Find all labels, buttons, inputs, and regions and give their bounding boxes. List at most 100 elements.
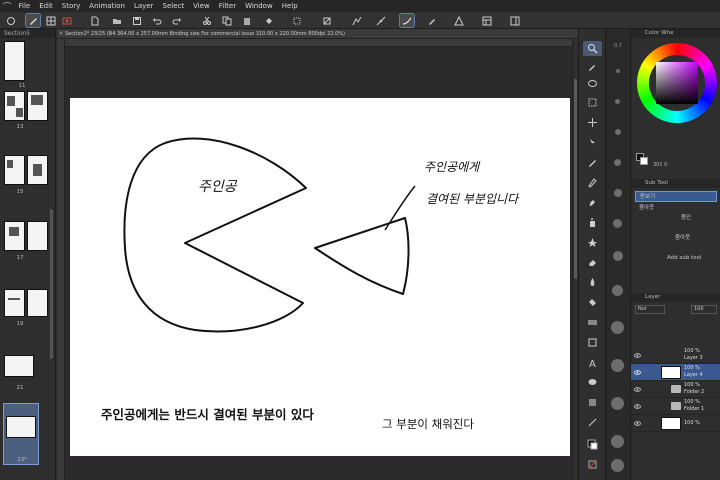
brush-size-dot[interactable] [614,189,622,197]
menu-window[interactable]: Window [241,0,278,12]
page-thumbnail[interactable] [4,155,25,185]
open-folder-icon[interactable] [110,14,124,27]
undo-icon[interactable] [150,14,164,27]
brush-size-dot[interactable] [611,435,624,448]
page-thumbnail[interactable] [4,289,25,317]
brush-size-dot[interactable] [615,129,621,135]
color-wheel[interactable] [637,43,717,123]
figure-tool-icon[interactable] [583,335,602,350]
pen-settings-icon[interactable] [425,14,439,27]
clip-studio-icon[interactable] [4,14,18,27]
blend-mode-select[interactable]: Nor [635,305,665,314]
subtool-item-zoom[interactable]: 돋보기 [635,191,717,202]
new-file-icon[interactable] [88,14,102,27]
pen-mode-icon[interactable] [25,13,41,28]
menu-filter[interactable]: Filter [214,0,240,12]
fill-tool-icon[interactable] [583,295,602,310]
decoration-tool-icon[interactable] [583,235,602,250]
special-ruler-snap-icon[interactable] [374,14,388,27]
text-tool-icon[interactable]: A [583,355,602,370]
eyedropper-tool-icon[interactable] [583,59,602,74]
eye-icon[interactable] [634,403,641,410]
saturation-value-square[interactable] [656,62,698,104]
selection-tool-icon[interactable] [583,95,602,110]
page-thumbnail[interactable] [27,91,48,121]
save-icon[interactable] [130,14,144,27]
move-tool-icon[interactable] [583,115,602,130]
menu-view[interactable]: View [189,0,215,12]
operation-tool-icon[interactable] [583,135,602,150]
layer-row[interactable]: 100 % Folder 2 [631,381,720,398]
lasso-tool-icon[interactable] [583,77,602,92]
balloon-tool-icon[interactable] [583,375,602,390]
correct-line-tool-icon[interactable] [583,415,602,430]
layer-row[interactable]: 100 % [631,415,720,432]
brush-size-dot[interactable] [611,459,624,472]
airbrush-tool-icon[interactable] [583,215,602,230]
manga-page[interactable]: 주인공 주인공에게 결여된 부분입니다 주인공에게는 반드시 결여된 부분이 있… [70,98,570,456]
eye-icon[interactable] [634,386,641,393]
subtool-item[interactable]: 줌인 [635,213,717,224]
menu-layer[interactable]: Layer [129,0,158,12]
page-thumbnail[interactable] [4,41,25,81]
record-icon[interactable] [60,14,74,27]
eye-icon[interactable] [634,420,641,427]
brush-size-dot[interactable] [612,285,623,296]
brush-tool-icon[interactable] [583,195,602,210]
gradient-tool-icon[interactable] [583,315,602,330]
copy-icon[interactable] [220,14,234,27]
layout-icon[interactable] [480,14,494,27]
layer-row-selected[interactable]: 100 % Layer 4 [631,364,720,381]
redo-icon[interactable] [170,14,184,27]
brush-size-dot[interactable] [613,251,623,261]
grid-icon[interactable] [44,14,58,27]
eraser-tool-icon[interactable] [583,255,602,270]
add-subtool-button[interactable]: Add sub tool [635,253,717,264]
stroke-snap-icon[interactable] [399,13,415,28]
layer-row[interactable]: 100 % Layer 3 [631,347,720,364]
brush-size-dot[interactable] [614,159,621,166]
page-thumbnail[interactable] [27,289,48,317]
page-thumbnail[interactable] [27,221,48,251]
menu-file[interactable]: File [14,0,35,12]
perspective-ruler-icon[interactable] [452,14,466,27]
menu-select[interactable]: Select [158,0,189,12]
page-thumbnail[interactable] [27,155,48,185]
layer-row[interactable]: 100 % Folder 1 [631,398,720,415]
clear-selection-icon[interactable] [320,14,334,27]
menu-animation[interactable]: Animation [85,0,130,12]
zoom-tool-icon[interactable] [583,41,602,56]
page-thumbnail-selected[interactable] [3,403,39,465]
main-color-swatch[interactable] [583,437,602,452]
eye-icon[interactable] [634,352,641,359]
pen-tool-icon[interactable] [583,155,602,170]
opacity-field[interactable]: 100 [691,305,717,314]
paste-icon[interactable] [240,14,254,27]
menu-help[interactable]: Help [277,0,302,12]
menu-story[interactable]: Story [57,0,85,12]
page-thumbnail[interactable] [4,221,25,251]
pencil-tool-icon[interactable] [583,175,602,190]
menu-edit[interactable]: Edit [35,0,58,12]
transform-icon[interactable] [290,14,304,27]
document-tab[interactable]: × Section2* 23/25 (B4 364.00 x 257.00mm … [57,29,578,39]
ruler-snap-icon[interactable] [350,14,364,27]
page-thumbnail[interactable] [4,91,25,121]
brush-size-dot[interactable] [611,321,624,334]
page-thumbnail[interactable] [4,355,34,377]
brush-size-dot[interactable] [611,359,624,372]
page-panel-scrollbar[interactable] [50,209,53,359]
transparent-color-icon[interactable] [583,457,602,472]
close-tab-icon[interactable]: × [57,30,65,37]
workspace-icon[interactable] [508,14,522,27]
fill-icon[interactable] [262,14,276,27]
brush-size-dot[interactable] [615,99,620,104]
brush-size-dot[interactable] [616,69,620,73]
brush-size-dot[interactable] [611,397,624,410]
blend-tool-icon[interactable] [583,275,602,290]
ruler-tool-icon[interactable] [583,395,602,410]
eye-icon[interactable] [634,369,641,376]
sub-color-chip[interactable] [640,157,648,165]
brush-size-dot[interactable] [613,219,622,228]
cut-icon[interactable] [200,14,214,27]
